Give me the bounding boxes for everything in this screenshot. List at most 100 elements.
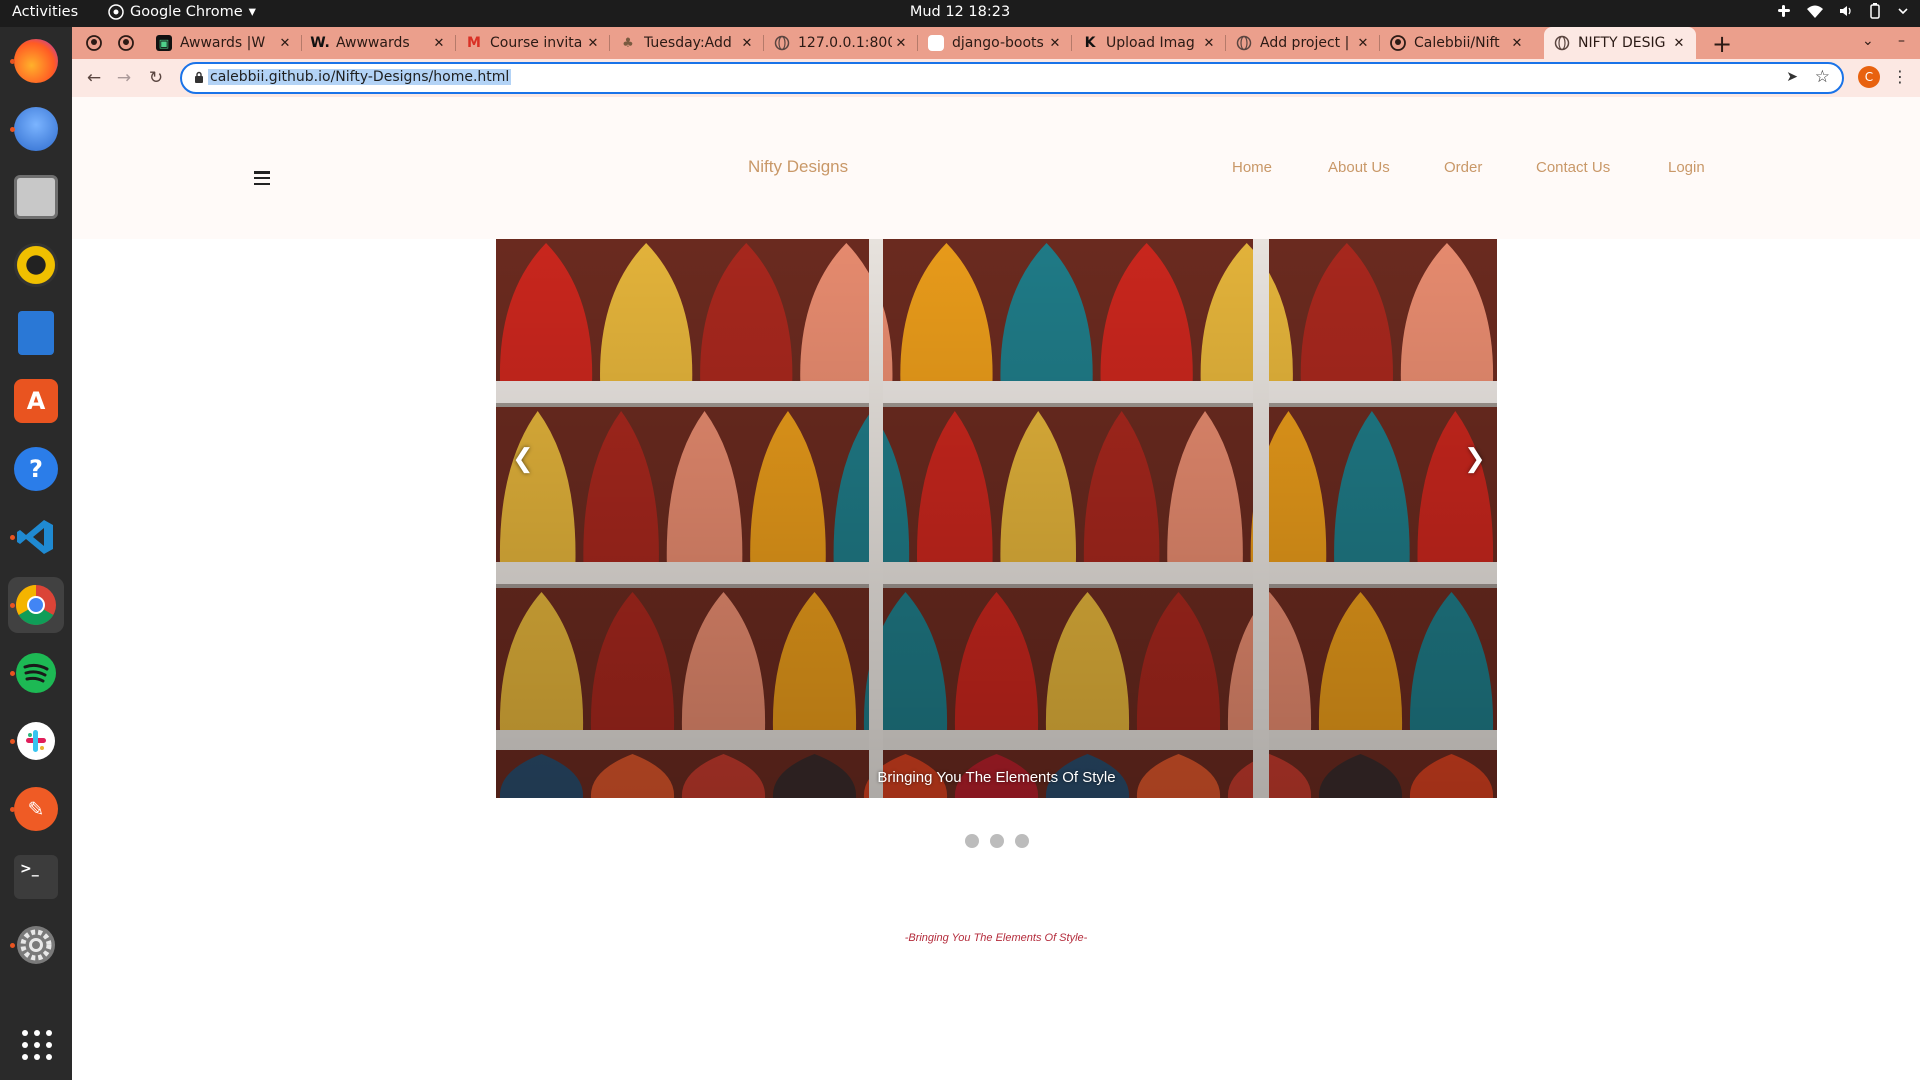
files-icon: [14, 175, 58, 219]
chrome-menu-icon[interactable]: ⋮: [1892, 67, 1908, 86]
url-text[interactable]: calebbii.github.io/Nifty-Designs/home.ht…: [208, 69, 512, 85]
back-button[interactable]: ←: [82, 66, 106, 90]
forward-button[interactable]: →: [112, 66, 136, 90]
close-icon[interactable]: ✕: [584, 36, 602, 51]
tab-search-icon[interactable]: ⌄: [1862, 33, 1874, 49]
app-menu-label: Google Chrome: [130, 4, 243, 20]
globe-icon: [1236, 35, 1252, 51]
dock-terminal[interactable]: >_: [8, 849, 64, 905]
writer-icon: [18, 311, 54, 355]
send-to-device-icon[interactable]: ➤: [1786, 69, 1798, 85]
bookmark-star-icon[interactable]: ☆: [1815, 67, 1830, 87]
tab-github-2[interactable]: [108, 27, 140, 59]
close-icon[interactable]: ✕: [1670, 36, 1688, 51]
dock-chrome[interactable]: [8, 577, 64, 633]
clock[interactable]: Mud 12 18:23: [910, 4, 1010, 20]
software-icon: A: [14, 379, 58, 423]
dock: A ? ✎ >_: [0, 27, 72, 1080]
reload-button[interactable]: ↻: [144, 66, 168, 90]
nav-login[interactable]: Login: [1668, 159, 1705, 176]
slide-image-slippers: [496, 239, 1497, 798]
rhythmbox-icon: [14, 243, 58, 287]
dock-thunderbird[interactable]: [8, 101, 64, 157]
dock-postman[interactable]: ✎: [8, 781, 64, 837]
carousel-next-arrow-icon[interactable]: ❯: [1464, 444, 1486, 474]
close-icon[interactable]: ✕: [1046, 36, 1064, 51]
settings-gear-icon: [17, 926, 55, 964]
nav-home[interactable]: Home: [1232, 159, 1272, 176]
firefox-icon: [14, 39, 58, 83]
chrome-icon: [16, 585, 56, 625]
nav-order[interactable]: Order: [1444, 159, 1482, 176]
slack-icon: [17, 722, 55, 760]
close-icon[interactable]: ✕: [276, 36, 294, 51]
carousel-dot[interactable]: [1015, 834, 1029, 848]
github-icon: [86, 35, 102, 51]
dock-vscode[interactable]: [8, 509, 64, 565]
tab-title: Course invita: [490, 35, 583, 51]
dock-software[interactable]: A: [8, 373, 64, 429]
k-icon: K: [1084, 35, 1096, 51]
close-icon[interactable]: ✕: [738, 36, 756, 51]
tab-title: Awwwards: [336, 35, 410, 51]
spotify-icon: [16, 653, 56, 693]
chrome-app-icon: [108, 4, 124, 20]
new-tab-button[interactable]: +: [1712, 30, 1732, 58]
tab-title: Awwards |W: [180, 35, 266, 51]
dock-spotify[interactable]: [8, 645, 64, 701]
tab-awwwards[interactable]: W. Awwwards ✕: [302, 27, 456, 59]
dock-settings[interactable]: [8, 917, 64, 973]
dock-rhythmbox[interactable]: [8, 237, 64, 293]
lock-icon[interactable]: [194, 71, 204, 83]
hamburger-menu-icon[interactable]: [254, 171, 270, 185]
tab-github-1[interactable]: [76, 27, 108, 59]
close-icon[interactable]: ✕: [892, 36, 910, 51]
dock-firefox[interactable]: [8, 33, 64, 89]
tab-title: Add project |: [1260, 35, 1350, 51]
dock-slack[interactable]: [8, 713, 64, 769]
minimize-icon[interactable]: –: [1898, 33, 1905, 49]
system-tray[interactable]: [1776, 3, 1910, 19]
nav-about-us[interactable]: About Us: [1328, 159, 1390, 176]
tab-tuesday[interactable]: ♣ Tuesday:Add ✕: [610, 27, 764, 59]
dock-writer[interactable]: [8, 305, 64, 361]
tab-title: NIFTY DESIG: [1578, 35, 1666, 51]
wifi-icon[interactable]: [1806, 3, 1824, 19]
tab-upload-image[interactable]: K Upload Imag ✕: [1072, 27, 1226, 59]
vscode-icon: [17, 520, 53, 554]
site-brand[interactable]: Nifty Designs: [748, 157, 848, 177]
address-bar[interactable]: calebbii.github.io/Nifty-Designs/home.ht…: [180, 62, 1844, 94]
tab-awwards[interactable]: ▣ Awwards |W ✕: [146, 27, 302, 59]
tab-localhost[interactable]: 127.0.0.1:800 ✕: [764, 27, 918, 59]
site-header: Nifty Designs Home About Us Order Contac…: [72, 97, 1920, 239]
battery-icon[interactable]: [1868, 3, 1882, 19]
dock-help[interactable]: ?: [8, 441, 64, 497]
web-page: Nifty Designs Home About Us Order Contac…: [72, 97, 1920, 1080]
terminal-icon: >_: [14, 855, 58, 899]
tab-title: Tuesday:Add: [644, 35, 732, 51]
dock-files[interactable]: [8, 169, 64, 225]
tab-add-project[interactable]: Add project | ✕: [1226, 27, 1380, 59]
tab-gmail[interactable]: M Course invita ✕: [456, 27, 610, 59]
tab-nifty-designs[interactable]: NIFTY DESIG ✕: [1544, 27, 1696, 59]
close-icon[interactable]: ✕: [1200, 36, 1218, 51]
carousel-dot[interactable]: [990, 834, 1004, 848]
globe-icon: [774, 35, 790, 51]
profile-avatar[interactable]: C: [1858, 66, 1880, 88]
volume-icon[interactable]: [1838, 3, 1854, 19]
github-icon: [118, 35, 134, 51]
carousel-prev-arrow-icon[interactable]: ❮: [512, 444, 534, 474]
close-icon[interactable]: ✕: [1508, 36, 1526, 51]
slack-tray-icon[interactable]: [1776, 3, 1792, 19]
activities-button[interactable]: Activities: [12, 4, 78, 20]
show-applications-icon[interactable]: [22, 1030, 52, 1060]
carousel-dot[interactable]: [965, 834, 979, 848]
tab-github-repo[interactable]: Calebbii/Nift ✕: [1380, 27, 1534, 59]
app-menu[interactable]: Google Chrome ▾: [108, 4, 256, 20]
power-menu-icon[interactable]: [1896, 4, 1910, 18]
close-icon[interactable]: ✕: [430, 36, 448, 51]
carousel-indicators: [965, 834, 1029, 848]
tab-django-bootstrap[interactable]: django-boots ✕: [918, 27, 1072, 59]
nav-contact-us[interactable]: Contact Us: [1536, 159, 1610, 176]
close-icon[interactable]: ✕: [1354, 36, 1372, 51]
